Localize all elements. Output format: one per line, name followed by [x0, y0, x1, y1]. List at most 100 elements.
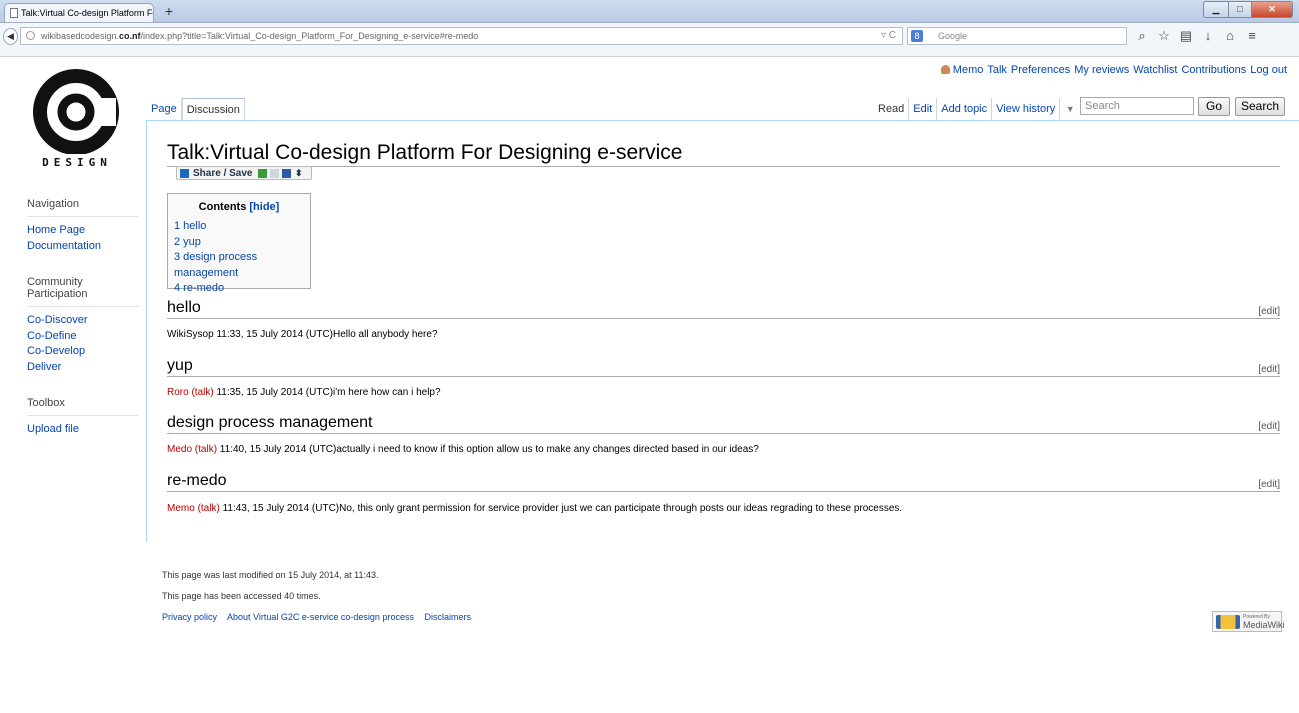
- section-text-yup: Roro (talk) 11:35, 15 July 2014 (UTC)i'm…: [167, 386, 441, 400]
- user-link[interactable]: Memo: [940, 64, 984, 76]
- sidebar-item-co-discover[interactable]: Co-Discover: [27, 314, 88, 326]
- home-icon[interactable]: ⌂: [1222, 27, 1238, 45]
- share-save-button[interactable]: Share / Save ⬍: [176, 166, 312, 180]
- footer-disclaimers-link[interactable]: Disclaimers: [424, 612, 471, 622]
- address-bar[interactable]: wikibasedcodesign.co.nf/index.php?title=…: [20, 27, 903, 45]
- share-arrow-icon[interactable]: ⬍: [295, 169, 304, 178]
- clipboard-icon[interactable]: ▤: [1178, 27, 1194, 45]
- tab-read[interactable]: Read: [874, 98, 910, 121]
- sidebar-item-documentation[interactable]: Documentation: [27, 240, 101, 252]
- user-link-roro[interactable]: Roro: [167, 387, 189, 398]
- comment-text: 11:35, 15 July 2014 (UTC)i'm here how ca…: [213, 387, 441, 398]
- portal-heading-community: Community Participation: [27, 276, 139, 307]
- logo-c-icon: [33, 69, 119, 155]
- section-title: design process management: [167, 414, 373, 431]
- close-window-button[interactable]: ✕: [1252, 1, 1293, 18]
- section-heading-design-process-management: design process management [edit]: [167, 413, 1280, 434]
- content-area: Talk:Virtual Co-design Platform For Desi…: [146, 120, 1299, 542]
- more-actions-dropdown-icon[interactable]: ▼: [1060, 98, 1080, 122]
- user-icon: [940, 65, 950, 74]
- new-tab-button[interactable]: +: [160, 2, 178, 20]
- section-heading-hello: hello [edit]: [167, 298, 1280, 319]
- toc-item-design-process-management[interactable]: 3 design process management: [174, 251, 257, 279]
- delicious-share-icon[interactable]: [282, 169, 291, 178]
- section-heading-yup: yup [edit]: [167, 356, 1280, 377]
- footer-privacy-link[interactable]: Privacy policy: [162, 612, 217, 622]
- search-button[interactable]: Search: [1235, 97, 1285, 116]
- my-reviews-link[interactable]: My reviews: [1074, 64, 1129, 76]
- footer-about-link[interactable]: About Virtual G2C e-service co-design pr…: [227, 612, 414, 622]
- sidebar-item-deliver[interactable]: Deliver: [27, 361, 61, 373]
- user-name[interactable]: Memo: [953, 64, 984, 76]
- section-edit-link[interactable]: [edit]: [1258, 302, 1280, 322]
- section-title: yup: [167, 357, 193, 374]
- section-text-hello: WikiSysop 11:33, 15 July 2014 (UTC)Hello…: [167, 329, 438, 340]
- go-button[interactable]: Go: [1198, 97, 1230, 116]
- footer: This page was last modified on 15 July 2…: [162, 565, 479, 628]
- bookmark-star-icon[interactable]: ☆: [1156, 27, 1172, 45]
- user-talk-link[interactable]: (talk): [191, 387, 213, 398]
- log-out-link[interactable]: Log out: [1250, 64, 1287, 76]
- toc-item-hello[interactable]: 1 hello: [174, 220, 206, 232]
- print-share-icon[interactable]: [270, 169, 279, 178]
- table-of-contents: Contents [hide] 1 hello 2 yup 3 design p…: [167, 193, 311, 294]
- share-icon: [180, 169, 189, 178]
- sidebar-item-co-define[interactable]: Co-Define: [27, 330, 77, 342]
- user-link-memo[interactable]: Memo: [167, 503, 195, 514]
- view-tabs: Read Edit Add topic View history ▼: [874, 98, 1080, 122]
- search-engine-icon[interactable]: 8: [911, 30, 923, 42]
- sidebar-item-co-develop[interactable]: Co-Develop: [27, 345, 85, 357]
- back-button[interactable]: ◀: [3, 28, 18, 45]
- browser-search-placeholder: Google: [938, 31, 968, 41]
- badge-big-text: MediaWiki: [1243, 620, 1285, 630]
- page-favicon-icon: [10, 8, 18, 18]
- section-edit-link[interactable]: [edit]: [1258, 475, 1280, 495]
- browser-search-input[interactable]: 8 Google: [907, 27, 1127, 45]
- browser-tab[interactable]: Talk:Virtual Co-design Platform Fo...: [4, 3, 154, 22]
- personal-talk-link[interactable]: Talk: [987, 64, 1007, 76]
- tab-page[interactable]: Page: [147, 98, 182, 121]
- comment-text: 11:43, 15 July 2014 (UTC)No, this only g…: [219, 503, 903, 514]
- magnifier-icon[interactable]: ⌕: [1134, 27, 1150, 45]
- toc-item-re-medo[interactable]: 4 re-medo: [174, 282, 224, 294]
- site-logo[interactable]: DESIGN: [28, 68, 126, 174]
- toc-item-yup[interactable]: 2 yup: [174, 236, 201, 248]
- section-edit-link[interactable]: [edit]: [1258, 360, 1280, 380]
- tab-view-history[interactable]: View history: [992, 98, 1061, 121]
- toc-hide-link[interactable]: [hide]: [249, 201, 279, 213]
- minimize-button[interactable]: ▁: [1203, 1, 1229, 18]
- user-link-medo[interactable]: Medo: [167, 444, 192, 455]
- user-talk-link[interactable]: (talk): [198, 503, 220, 514]
- preferences-link[interactable]: Preferences: [1011, 64, 1070, 76]
- powered-by-mediawiki-badge[interactable]: Powered By MediaWiki: [1212, 611, 1285, 632]
- tab-edit[interactable]: Edit: [909, 98, 938, 121]
- url-host-prefix: wikibasedcodesign.: [41, 31, 120, 41]
- maximize-button[interactable]: □: [1229, 1, 1252, 18]
- user-talk-link[interactable]: (talk): [195, 444, 217, 455]
- download-icon[interactable]: ↓: [1200, 27, 1216, 45]
- window-controls: ▁ □ ✕: [1203, 1, 1293, 18]
- menu-icon[interactable]: ≡: [1244, 27, 1260, 45]
- share-save-label: Share / Save: [193, 168, 253, 179]
- sidebar-item-home-page[interactable]: Home Page: [27, 224, 85, 236]
- footer-last-modified: This page was last modified on 15 July 2…: [162, 570, 379, 580]
- logo-word: DESIGN: [42, 156, 112, 169]
- wiki-search-input[interactable]: Search: [1080, 97, 1194, 115]
- section-edit-link[interactable]: [edit]: [1258, 417, 1280, 437]
- section-text-re-medo: Memo (talk) 11:43, 15 July 2014 (UTC)No,…: [167, 502, 902, 516]
- section-title: hello: [167, 299, 201, 316]
- tab-discussion[interactable]: Discussion: [181, 98, 245, 122]
- url-path: /index.php?title=Talk:Virtual_Co-design_…: [140, 31, 479, 41]
- email-share-icon[interactable]: [258, 169, 267, 178]
- section-heading-re-medo: re-medo [edit]: [167, 471, 1280, 492]
- tab-add-topic[interactable]: Add topic: [937, 98, 993, 121]
- watchlist-link[interactable]: Watchlist: [1133, 64, 1177, 76]
- portal-navigation: Navigation Home Page Documentation: [27, 198, 139, 254]
- reload-icon[interactable]: ▿ C: [881, 28, 896, 44]
- footer-links: Privacy policy About Virtual G2C e-servi…: [162, 607, 479, 628]
- sidebar-item-upload-file[interactable]: Upload file: [27, 423, 79, 435]
- mediawiki-logo-icon: [1216, 615, 1240, 629]
- contributions-link[interactable]: Contributions: [1181, 64, 1246, 76]
- globe-icon: [26, 31, 35, 40]
- namespace-tabs: Page Discussion: [147, 98, 245, 122]
